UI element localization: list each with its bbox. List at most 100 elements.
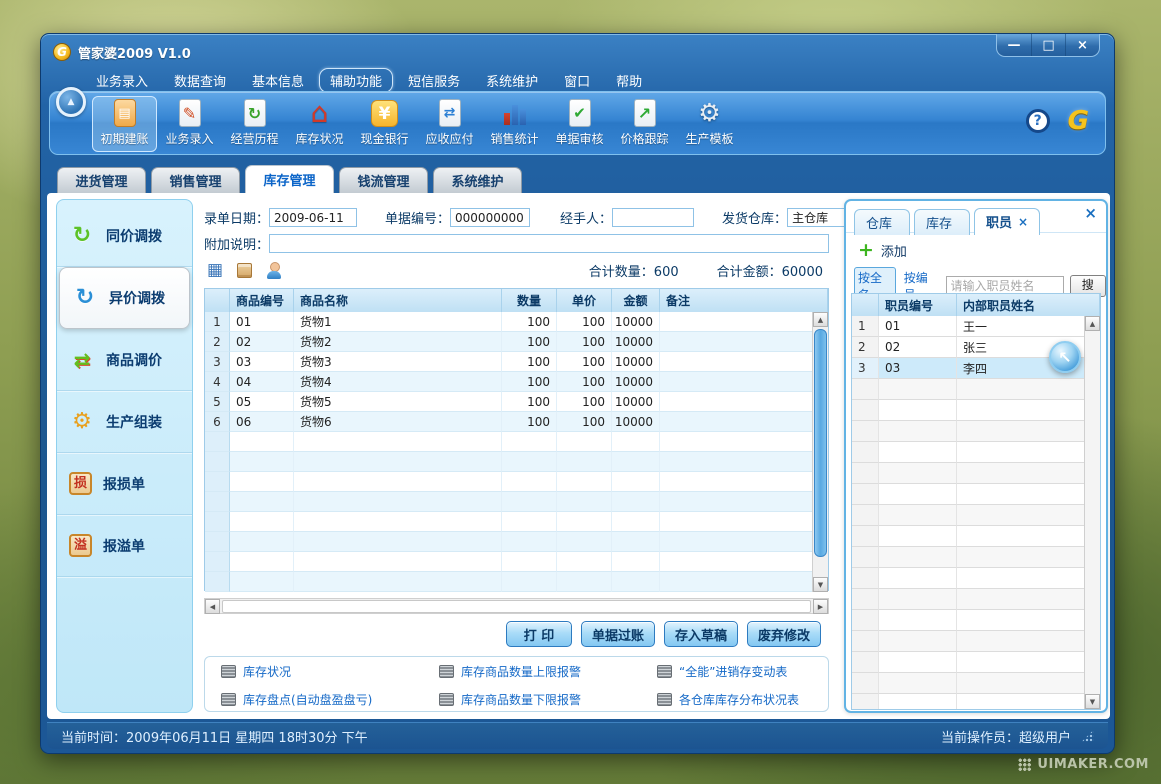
- action-button[interactable]: 存入草稿: [664, 621, 738, 647]
- lookup-panel: × 仓库 库存 职员 ×: [844, 199, 1108, 713]
- report-link-label[interactable]: “全能”进销存变动表: [679, 663, 787, 680]
- table-row-empty: [205, 572, 813, 592]
- action-buttons: 打 印单据过账存入草稿废弃修改: [204, 621, 829, 647]
- document-header-form: 录单日期： 单据编号： 经手人： 发货仓库：: [204, 208, 829, 227]
- module-tab[interactable]: 库存管理: [245, 165, 334, 193]
- sidebar-item[interactable]: ⇄ 商品调价: [57, 329, 192, 391]
- date-input[interactable]: [269, 208, 357, 227]
- menu-item[interactable]: 数据查询: [163, 68, 237, 93]
- help-icon[interactable]: ?: [1026, 109, 1050, 133]
- scrollbar-thumb[interactable]: [814, 329, 827, 557]
- scroll-up-icon[interactable]: ▲: [1085, 316, 1100, 331]
- table-row[interactable]: 4 04 货物4 100 100 10000: [205, 372, 813, 392]
- total-qty: 合计数量：600: [589, 261, 679, 280]
- sidebar-item[interactable]: ⚙ 生产组装: [57, 391, 192, 453]
- action-button[interactable]: 废弃修改: [747, 621, 821, 647]
- doc-number-input[interactable]: [450, 208, 530, 227]
- table-row-empty: [852, 673, 1085, 694]
- sidebar-item-label: 商品调价: [106, 350, 162, 370]
- toolbar-button[interactable]: ✎ 业务录入: [157, 96, 222, 152]
- minimize-button[interactable]: —: [997, 34, 1031, 56]
- report-link-label[interactable]: 库存状况: [243, 663, 291, 680]
- toolbar-button[interactable]: ↻ 经营历程: [222, 96, 287, 152]
- col-amount: 金额: [612, 289, 660, 312]
- date-label: 录单日期：: [204, 208, 269, 227]
- handler-label: 经手人：: [560, 208, 612, 227]
- maximize-button[interactable]: □: [1031, 34, 1065, 56]
- module-tab[interactable]: 系统维护: [433, 167, 522, 193]
- toolbar-button[interactable]: ✔ 单据审核: [547, 96, 612, 152]
- report-link[interactable]: 各仓库库存分布状况表: [657, 691, 828, 708]
- report-link[interactable]: 库存商品数量下限报警: [439, 691, 657, 708]
- menu-item[interactable]: 短信服务: [397, 68, 471, 93]
- report-link-label[interactable]: 库存商品数量上限报警: [461, 663, 581, 680]
- toolbar-button[interactable]: ⇄ 应收应付: [417, 96, 482, 152]
- employee-picker-icon[interactable]: [266, 262, 282, 279]
- employee-row[interactable]: 1 01 王一: [852, 316, 1085, 337]
- lookup-tab[interactable]: 职员 ×: [974, 208, 1040, 235]
- module-tabs: 进货管理销售管理库存管理钱流管理系统维护: [57, 165, 522, 193]
- toolbar-button[interactable]: ¥ 现金银行: [352, 96, 417, 152]
- col-rownum: [205, 289, 230, 312]
- table-row[interactable]: 5 05 货物5 100 100 10000: [205, 392, 813, 412]
- sidebar-item[interactable]: 损 报损单: [57, 453, 192, 515]
- module-tab[interactable]: 进货管理: [57, 167, 146, 193]
- report-link-label[interactable]: 各仓库库存分布状况表: [679, 691, 799, 708]
- handler-input[interactable]: [612, 208, 694, 227]
- report-link[interactable]: 库存状况: [221, 663, 439, 680]
- module-tab[interactable]: 销售管理: [151, 167, 240, 193]
- menu-item[interactable]: 业务录入: [85, 68, 159, 93]
- sidebar-item[interactable]: ↻ 同价调拨: [57, 205, 192, 267]
- scroll-down-icon[interactable]: ▼: [1085, 694, 1100, 709]
- scroll-up-icon[interactable]: ▲: [813, 312, 828, 327]
- report-link[interactable]: 库存商品数量上限报警: [439, 663, 657, 680]
- report-link-label[interactable]: 库存盘点(自动盘盈盘亏): [243, 691, 372, 708]
- scroll-left-icon[interactable]: ◀: [205, 599, 220, 614]
- tab-close-icon[interactable]: ×: [1018, 215, 1028, 229]
- sidebar-item[interactable]: ↻ 异价调拨: [59, 267, 190, 329]
- toolbar-button[interactable]: ▤ 初期建账: [92, 96, 157, 152]
- table-row[interactable]: 3 03 货物3 100 100 10000: [205, 352, 813, 372]
- goods-picker-icon[interactable]: [237, 263, 252, 278]
- table-row-empty: [205, 512, 813, 532]
- add-row[interactable]: + 添加: [858, 241, 907, 260]
- menu-item[interactable]: 基本信息: [241, 68, 315, 93]
- sidebar-item[interactable]: 溢 报溢单: [57, 515, 192, 577]
- action-button[interactable]: 单据过账: [581, 621, 655, 647]
- items-table-body: 1 01 货物1 100 100 10000 2 02 货物2 100: [205, 312, 813, 592]
- report-link[interactable]: 库存盘点(自动盘盈盘亏): [221, 691, 439, 708]
- module-tab[interactable]: 钱流管理: [339, 167, 428, 193]
- hscrollbar-thumb[interactable]: [222, 600, 811, 613]
- table-row[interactable]: 1 01 货物1 100 100 10000: [205, 312, 813, 332]
- menu-item[interactable]: 辅助功能: [319, 68, 393, 93]
- horizontal-scrollbar[interactable]: ◀ ▶: [204, 598, 829, 614]
- resize-grip[interactable]: [1081, 730, 1094, 743]
- employee-scrollbar[interactable]: ▲ ▼: [1084, 316, 1100, 709]
- table-row-empty: [852, 421, 1085, 442]
- report-link[interactable]: “全能”进销存变动表: [657, 663, 828, 680]
- toolbar-button[interactable]: ⌂ 库存状况: [287, 96, 352, 152]
- table-row[interactable]: 6 06 货物6 100 100 10000: [205, 412, 813, 432]
- collapse-toolbar-button[interactable]: ▲: [56, 87, 86, 117]
- vertical-scrollbar[interactable]: ▲ ▼: [812, 312, 828, 592]
- menu-item[interactable]: 窗口: [553, 68, 601, 93]
- table-row[interactable]: 2 02 货物2 100 100 10000: [205, 332, 813, 352]
- toolbar-button[interactable]: ⚙ 生产模板: [677, 96, 742, 152]
- report-link-label[interactable]: 库存商品数量下限报警: [461, 691, 581, 708]
- menu-item[interactable]: 帮助: [605, 68, 653, 93]
- toolbar-button[interactable]: 销售统计: [482, 96, 547, 152]
- warehouse-label: 发货仓库：: [722, 208, 787, 227]
- close-button[interactable]: ×: [1065, 34, 1099, 56]
- scroll-right-icon[interactable]: ▶: [813, 599, 828, 614]
- menu-item[interactable]: 系统维护: [475, 68, 549, 93]
- note-input[interactable]: [269, 234, 829, 253]
- sidebar-item-icon: ⇄: [69, 350, 95, 370]
- panel-close-icon[interactable]: ×: [1084, 204, 1097, 222]
- action-button[interactable]: 打 印: [506, 621, 572, 647]
- scroll-down-icon[interactable]: ▼: [813, 577, 828, 592]
- sidebar-item-icon: 溢: [69, 534, 92, 557]
- warehouse-picker-icon[interactable]: ▦: [207, 262, 223, 279]
- toolbar-button[interactable]: ↗ 价格跟踪: [612, 96, 677, 152]
- lookup-tab[interactable]: 库存: [914, 209, 970, 235]
- lookup-tab[interactable]: 仓库: [854, 209, 910, 235]
